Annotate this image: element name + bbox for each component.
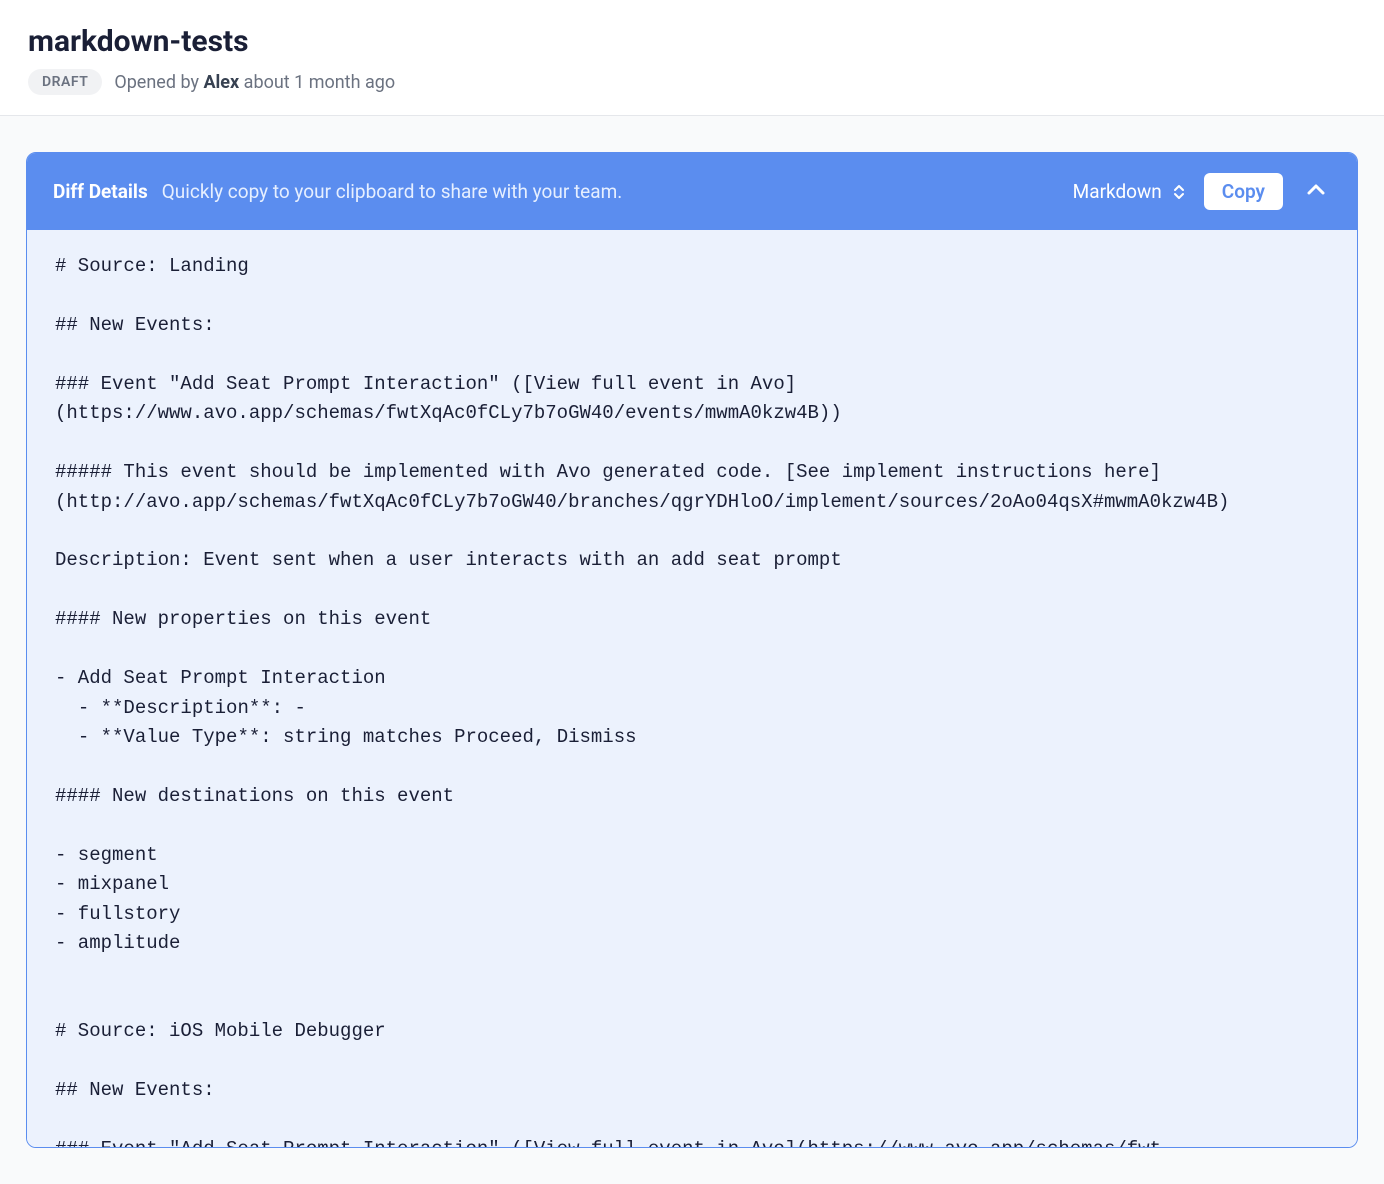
diff-content[interactable]: # Source: Landing ## New Events: ### Eve… [55, 252, 1329, 1147]
collapse-button[interactable] [1301, 175, 1331, 208]
page-title: markdown-tests [28, 24, 1356, 59]
format-selector[interactable]: Markdown [1073, 180, 1186, 203]
diff-header: Diff Details Quickly copy to your clipbo… [27, 153, 1357, 230]
diff-header-right: Markdown Copy [1073, 173, 1331, 210]
opened-prefix: Opened by [114, 72, 203, 93]
opened-by-text: Opened by Alex about 1 month ago [114, 72, 395, 93]
page-header: markdown-tests DRAFT Opened by Alex abou… [0, 0, 1384, 116]
author-name: Alex [203, 72, 239, 93]
diff-subtitle: Quickly copy to your clipboard to share … [162, 180, 623, 203]
diff-title: Diff Details [53, 180, 148, 203]
chevron-up-icon [1305, 179, 1327, 204]
diff-card: Diff Details Quickly copy to your clipbo… [26, 152, 1358, 1148]
diff-header-left: Diff Details Quickly copy to your clipbo… [53, 180, 622, 203]
content-area: Diff Details Quickly copy to your clipbo… [0, 116, 1384, 1184]
copy-button[interactable]: Copy [1204, 173, 1283, 210]
status-badge: DRAFT [28, 69, 102, 95]
chevron-up-down-icon [1172, 183, 1186, 201]
meta-row: DRAFT Opened by Alex about 1 month ago [28, 69, 1356, 95]
format-label: Markdown [1073, 180, 1162, 203]
time-ago: about 1 month ago [239, 72, 395, 93]
diff-body: # Source: Landing ## New Events: ### Eve… [27, 230, 1357, 1147]
